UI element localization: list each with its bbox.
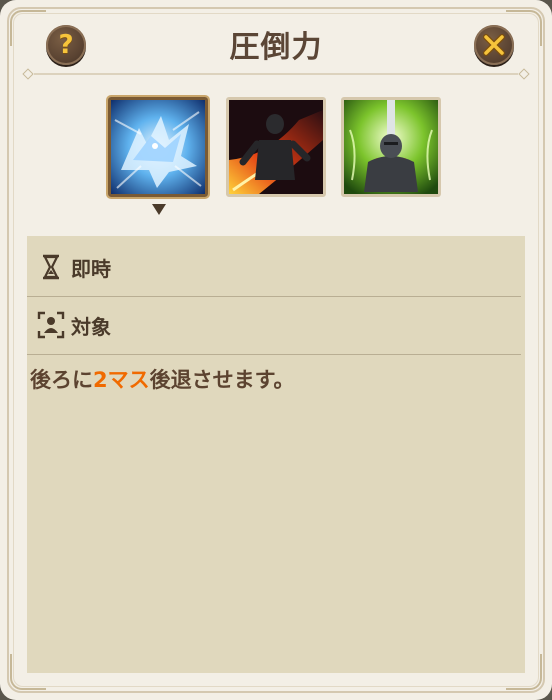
timing-label: 即時 <box>71 257 111 281</box>
skill-info-dialog: ? 圧倒力 即時 対象 後ろに2マス後退させます。 <box>0 0 552 700</box>
target-label: 対象 <box>71 315 111 339</box>
selected-skill-pointer <box>152 204 166 215</box>
dialog-title: 圧倒力 <box>229 30 323 65</box>
close-button[interactable] <box>474 25 514 65</box>
holy-sword-knight-skill-icon[interactable] <box>341 97 441 197</box>
target-person-icon <box>37 311 65 339</box>
skill-icon-list <box>0 97 552 207</box>
description-text: 後退させます。 <box>149 368 295 392</box>
timing-row: 即時 <box>27 238 521 297</box>
header-divider <box>34 73 518 75</box>
flame-slash-skill-icon[interactable] <box>226 97 326 197</box>
description-text: 後ろに <box>30 368 93 392</box>
skill-detail-panel: 即時 対象 後ろに2マス後退させます。 <box>27 236 525 673</box>
close-x-icon <box>483 34 505 56</box>
ice-wolf-skill-icon[interactable] <box>108 97 208 197</box>
hourglass-icon <box>43 254 59 280</box>
skill-description: 後ろに2マス後退させます。 <box>30 364 295 394</box>
description-highlight: 2マス <box>93 368 150 392</box>
target-row: 対象 <box>27 296 521 355</box>
